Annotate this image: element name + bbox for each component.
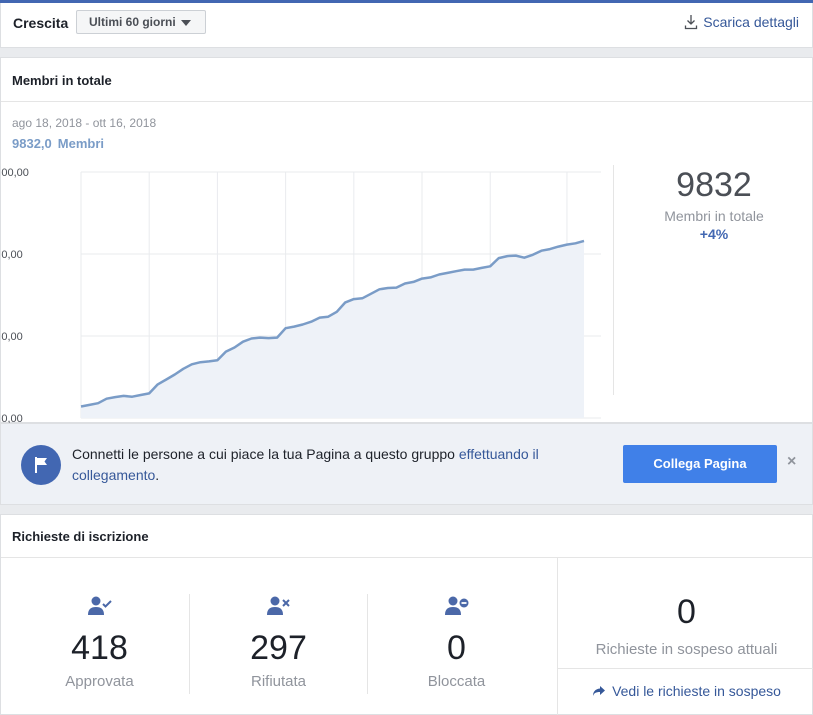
members-summary-value: 9832,0 — [12, 136, 52, 151]
members-summary-unit: Membri — [57, 136, 104, 151]
connect-message-end: . — [155, 467, 160, 483]
connect-message: Connetti le persone a cui piace la tua P… — [72, 444, 572, 486]
view-pending-requests-label: Vedi le richieste in sospeso — [612, 683, 781, 699]
stat-blocked: 0 Bloccata — [369, 595, 544, 690]
pending-requests-panel: 0 Richieste in sospeso attuali Vedi le r… — [557, 558, 813, 715]
divider — [1, 101, 812, 102]
user-check-icon — [87, 596, 112, 615]
user-blocked-icon — [444, 596, 468, 615]
members-summary: 9832,0 Membri — [12, 136, 104, 151]
connect-page-banner: Connetti le persone a cui piace la tua P… — [0, 423, 813, 505]
download-icon — [685, 15, 698, 30]
stat-rejected: 297 Rifiutata — [191, 595, 366, 690]
y-tick-label: 9600,00 — [1, 331, 23, 343]
link-page-button[interactable]: Collega Pagina — [623, 445, 777, 483]
stat-label: Rifiutata — [250, 673, 307, 690]
stat-approved: 418 Approvata — [12, 595, 187, 690]
share-arrow-icon — [593, 686, 606, 696]
y-tick-label: 10000,00 — [1, 167, 29, 179]
y-axis-ticks: 9400,009600,009800,0010000,00 — [1, 167, 29, 425]
view-pending-requests-link[interactable]: Vedi le richieste in sospeso — [558, 683, 813, 699]
pending-label: Richieste in sospeso attuali — [595, 641, 778, 658]
flag-icon — [35, 457, 47, 473]
close-icon[interactable]: × — [787, 453, 796, 471]
divider — [558, 668, 813, 669]
user-x-icon — [266, 596, 290, 615]
stat-value: 0 — [447, 629, 466, 667]
download-details-link[interactable]: Scarica dettagli — [684, 14, 799, 30]
card-title: Richieste di iscrizione — [12, 529, 149, 544]
date-range: ago 18, 2018 - ott 16, 2018 — [12, 116, 157, 130]
card-title: Membri in totale — [12, 73, 112, 88]
period-dropdown[interactable]: Ultimi 60 giorni — [76, 10, 206, 34]
flag-badge — [21, 445, 61, 485]
section-title: Crescita — [13, 15, 69, 31]
stat-value: 418 — [71, 629, 128, 667]
connect-message-text: Connetti le persone a cui piace la tua P… — [72, 446, 455, 462]
pending-value: 0 — [677, 593, 696, 631]
chart-area — [81, 240, 584, 418]
download-details-label: Scarica dettagli — [703, 14, 799, 30]
members-change: +4% — [699, 226, 729, 242]
stat-label: Bloccata — [427, 673, 486, 690]
growth-header: Crescita Ultimi 60 giorni Scarica dettag… — [0, 3, 813, 48]
period-dropdown-label: Ultimi 60 giorni — [89, 15, 176, 29]
caret-down-icon — [181, 20, 191, 26]
divider — [189, 594, 190, 694]
stat-label: Approvata — [65, 673, 134, 690]
stat-value: 297 — [250, 629, 307, 667]
divider — [367, 594, 368, 694]
y-tick-label: 9800,00 — [1, 249, 23, 261]
members-chart: 9400,009600,009800,0010000,00 18 ago26 a… — [1, 167, 601, 448]
members-big-number: 9832 — [676, 166, 752, 204]
members-total-card: Membri in totale ago 18, 2018 - ott 16, … — [0, 57, 813, 448]
membership-requests-card: Richieste di iscrizione 418 Approvata 29… — [0, 514, 813, 715]
members-big-label: Membri in totale — [664, 208, 764, 224]
